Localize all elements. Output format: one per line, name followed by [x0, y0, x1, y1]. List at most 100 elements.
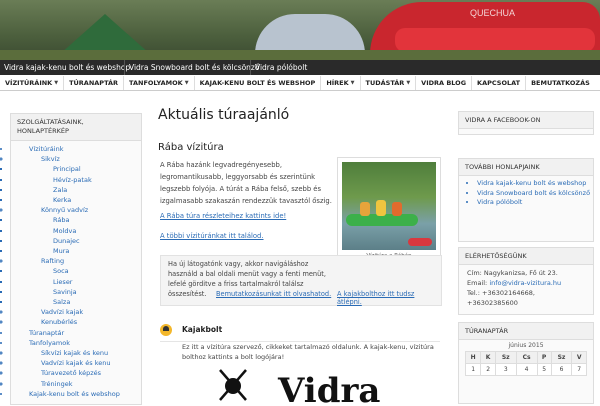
content-area: SZOLGÁLTATÁSAINK, HONLAPTÉRKÉP Vízitúrái…: [0, 91, 600, 406]
nav-label: TANFOLYAMOK: [129, 79, 183, 87]
sidebar-item[interactable]: Tréningek: [11, 379, 141, 389]
sidebar-item[interactable]: Soca: [11, 266, 141, 276]
shop-link[interactable]: A kajakbolthoz itt tudsz átlépni.: [337, 290, 441, 306]
nav-turanaptar[interactable]: TÚRANAPTÁR: [64, 76, 125, 90]
tent-grey: [255, 14, 365, 54]
sidebar-item[interactable]: Lieser: [11, 277, 141, 287]
photo-frame: Vízitúra a Rábán: [337, 157, 441, 266]
header-photo: QUECHUA: [0, 0, 600, 60]
sidebar-item[interactable]: Kenubérlés: [11, 317, 141, 327]
more-site-link[interactable]: Vidra Snowboard bolt és kölcsönző: [477, 189, 593, 199]
intro-line: legromantikusabb, leggyorsabb és szerint…: [160, 173, 316, 181]
paddler: [376, 200, 386, 216]
nav-label: VIDRA BLOG: [421, 79, 467, 87]
vidra-logo[interactable]: Vidra: [210, 366, 410, 406]
sidebar-item[interactable]: Rafting: [11, 256, 141, 266]
email-link[interactable]: info@vidra-vizitura.hu: [489, 279, 561, 287]
sidebar-item[interactable]: Vadvízi kajak és kenu: [11, 358, 141, 368]
more-sites-list: Vidra kajak-kenu bolt és webshop Vidra S…: [459, 179, 593, 208]
calendar-day[interactable]: 4: [515, 363, 538, 376]
raba-photo[interactable]: [342, 162, 436, 250]
paddler: [360, 202, 370, 216]
nav-tanfolyamok[interactable]: TANFOLYAMOK ▼: [124, 76, 195, 90]
calendar-month: június 2015: [508, 342, 544, 349]
calendar-day[interactable]: 6: [550, 363, 573, 376]
sidebar-item[interactable]: Moldva: [11, 226, 141, 236]
site-link-polobolt[interactable]: Vidra pólóbolt: [250, 60, 311, 75]
paddle-icon: [219, 369, 247, 401]
contact-phone: Tel.: +36302164668, +36302385600: [467, 289, 535, 307]
calendar-day[interactable]: 5: [536, 363, 552, 376]
calendar-day[interactable]: 7: [571, 363, 587, 376]
notice-line: használd a bal oldali menüt vagy a fenti…: [168, 270, 326, 278]
sidebar-item[interactable]: Salza: [11, 297, 141, 307]
divider: [160, 341, 440, 342]
notice-line: Ha új látogatónk vagy, akkor navigálásho…: [168, 260, 309, 268]
sidebar-item[interactable]: Kerka: [11, 195, 141, 205]
sidebar-item[interactable]: Sikvíz: [11, 154, 141, 164]
site-links-bar: Vidra kajak-kenu bolt és webshop Vidra S…: [0, 60, 600, 75]
sidebar-item[interactable]: Mura: [11, 246, 141, 256]
more-sites-box: TOVÁBBI HONLAPJAINK Vidra kajak-kenu bol…: [458, 158, 594, 242]
sidebar-item[interactable]: Savinja: [11, 287, 141, 297]
sidebar-item[interactable]: Vadvízi kajak: [11, 307, 141, 317]
nav-hirek[interactable]: HÍREK ▼: [321, 76, 361, 90]
nav-tudastar[interactable]: TUDÁSTÁR ▼: [361, 76, 417, 90]
canoe-red: [408, 238, 432, 246]
nav-vidra-blog[interactable]: VIDRA BLOG: [416, 76, 473, 90]
tent-green: [60, 14, 150, 54]
raba-details-link[interactable]: A Rába túra részleteihez kattints ide!: [160, 212, 286, 220]
kajakbolt-title: Kajakbolt: [182, 325, 223, 334]
chevron-down-icon: ▼: [54, 80, 59, 86]
sidebar-item[interactable]: Dunajec: [11, 236, 141, 246]
nav-label: TUDÁSTÁR: [365, 79, 405, 87]
sidebar-item[interactable]: Vízitúráink: [11, 144, 141, 154]
contact-heading: ELÉRHETŐSÉGÜNK: [459, 248, 593, 265]
more-site-link[interactable]: Vidra kajak-kenu bolt és webshop: [477, 179, 593, 189]
calendar-day[interactable]: 1: [464, 363, 482, 376]
calendar-day[interactable]: 2: [480, 363, 496, 376]
grass: [0, 50, 600, 60]
sidebar-item[interactable]: Kajak-kenu bolt és webshop: [11, 389, 141, 399]
more-sites-heading: TOVÁBBI HONLAPJAINK: [459, 159, 593, 176]
contact-address: Cím: Nagykanizsa, Fő út 23.: [467, 269, 558, 277]
main-nav: VÍZITÚRÁINK ▼ TÚRANAPTÁR TANFOLYAMOK ▼ KAJ…: [0, 76, 600, 91]
nav-kajak-bolt[interactable]: KAJAK-KENU BOLT ÉS WEBSHOP: [195, 76, 322, 90]
nav-label: BEMUTATKOZÁS: [531, 79, 590, 87]
intro-line: legszebb folyója. A túrát a Rába felső, …: [160, 185, 322, 193]
site-link-kajak-bolt[interactable]: Vidra kajak-kenu bolt és webshop: [0, 60, 134, 75]
sidebar-item[interactable]: Rába: [11, 215, 141, 225]
sidebar-item[interactable]: Zala: [11, 185, 141, 195]
more-site-link[interactable]: Vidra pólóbolt: [477, 198, 593, 208]
intro-line: A Rába hazánk legvadregényesebb,: [160, 161, 283, 169]
left-sidebar: SZOLGÁLTATÁSAINK, HONLAPTÉRKÉP Vízitúrái…: [10, 113, 142, 405]
calendar-day-header: V: [571, 351, 587, 364]
kajakbolt-text: Ez itt a vízitúra szervező, cikkeket tar…: [182, 343, 434, 351]
calendar-day-header: K: [480, 351, 496, 364]
nav-kapcsolat[interactable]: KAPCSOLAT: [472, 76, 527, 90]
sidebar-item[interactable]: Tanfolyamok: [11, 338, 141, 348]
sidebar-item[interactable]: Principal: [11, 164, 141, 174]
calendar-day[interactable]: 3: [494, 363, 517, 376]
nav-viziturak[interactable]: VÍZITÚRÁINK ▼: [0, 76, 65, 90]
shop-icon: [160, 324, 172, 336]
site-map-list: VízitúráinkSikvízPrincipalHévíz-patakZal…: [11, 144, 141, 399]
nav-label: HÍREK: [326, 79, 349, 87]
new-visitor-notice: Ha új látogatónk vagy, akkor navigálásho…: [160, 255, 442, 306]
sidebar-item[interactable]: Túravezető képzés: [11, 368, 141, 378]
sidebar-item[interactable]: Könnyű vadvíz: [11, 205, 141, 215]
notice-line: lefelé görditve a friss tartalmakról tal…: [168, 280, 304, 288]
logo-text: Vidra: [277, 371, 380, 406]
site-link-snowboard[interactable]: Vidra Snowboard bolt és kölcsönző: [124, 60, 263, 75]
about-link[interactable]: Bemutatkozásunkat itt olvashatod.: [216, 290, 331, 298]
paddler: [392, 202, 402, 216]
calendar-day-header: Sz: [550, 351, 573, 364]
kayak-red: [395, 28, 595, 52]
nav-label: VÍZITÚRÁINK: [5, 79, 53, 87]
nav-label: KAPCSOLAT: [477, 79, 521, 87]
sidebar-item[interactable]: Túranaptár: [11, 328, 141, 338]
sidebar-item[interactable]: Hévíz-patak: [11, 175, 141, 185]
other-tours-link[interactable]: A többi vízitúránkat itt találod.: [160, 232, 264, 240]
nav-bemutatkozas[interactable]: BEMUTATKOZÁS: [526, 76, 595, 90]
sidebar-item[interactable]: Síkvízi kajak és kenu: [11, 348, 141, 358]
